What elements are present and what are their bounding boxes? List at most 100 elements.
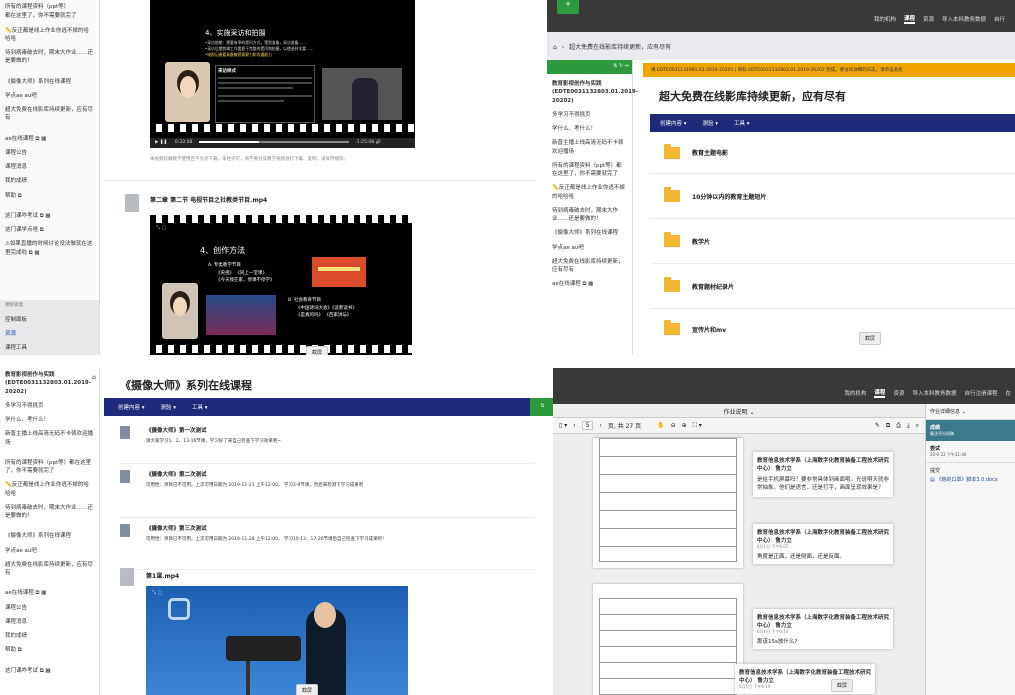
q3-course-title[interactable]: 教育影视创作与实践 (EDTE0031132803.01.2019-20202) [0, 368, 99, 399]
q1-mgmt-item[interactable]: 课程工具 [0, 341, 99, 355]
q3-test-title[interactable]: 《摄像大师》第三次测试 [146, 524, 207, 532]
q3-sidebar-item[interactable]: 新晋主播上线高清无码不卡顿欢迎播场 [0, 427, 99, 450]
q4-nav-link[interactable]: 课程 [874, 388, 886, 398]
q4-screenshot-button[interactable]: 截屏 [831, 679, 854, 692]
q2-alert-bar[interactable]: 课 EDTE0031131991.01.2019-20201 | 目标 EDTE… [643, 63, 1015, 77]
q3-sidebar-item[interactable]: 待到病毒破去时，期末大作业……还是要做的！ [0, 501, 99, 524]
zoom-in-icon[interactable]: ⊕ [682, 422, 687, 429]
q2-folder-label[interactable]: 教学片 [692, 237, 710, 246]
q4-details-title[interactable]: 作业详细信息 ⌄ [926, 404, 1015, 420]
q4-nav-link[interactable]: 导入本科教务数据 [912, 389, 956, 397]
q1-sidebar-item[interactable]: 课程公告 [0, 146, 99, 160]
q2-quiz-menu[interactable]: 测验 ▾ [703, 119, 719, 127]
q4-nav-link[interactable]: 自行注册课程 [964, 389, 997, 397]
q3-sidebar-item[interactable]: 所有的课程资料（ppt等）都在这里了，你不需要就完了 [0, 456, 99, 479]
q4-comment[interactable]: 教育信息技术学系（上海数字化教育装备工程技术研究中心） 鲁力立 6月1日 下午6… [735, 664, 875, 694]
hand-icon[interactable]: ✋ [657, 422, 664, 429]
q4-comment[interactable]: 教育信息技术学系（上海数字化教育装备工程技术研究中心） 鲁力立 6月1日 下午6… [753, 609, 893, 649]
fit-page-icon[interactable]: ⛶ ▾ [693, 422, 702, 430]
q3-sidebar-item[interactable]: ae在线课程 ⧉ ▦ [0, 586, 99, 600]
q1-sidebar-item[interactable]: 《摄像大师》系列在线课程 [0, 75, 99, 89]
q1-sidebar-item[interactable]: 都在这里了，你不需要就完了 [0, 9, 99, 23]
q3-video-title[interactable]: 第1课.mp4 [146, 571, 179, 580]
q3-sidebar-item[interactable]: 这门课咋考试 ⧉ ▦ [0, 664, 99, 678]
q2-sidebar-item[interactable]: 学什么、考什么！ [547, 122, 632, 136]
q2-sidebar-item[interactable]: 《摄像大师》系列在线课程 [547, 226, 632, 240]
q2-nav-link[interactable]: 导入本科教务数据 [942, 15, 986, 23]
chevron-down-icon[interactable]: ⌄ [749, 409, 754, 416]
q2-folder-label[interactable]: 宣传片和mv [692, 325, 726, 334]
q2-folder-row[interactable]: 教育题材纪录片 [650, 264, 1015, 309]
q1-sidebar-item[interactable]: 学点ae au吧 [0, 89, 99, 103]
q2-folder-row[interactable]: 教育主题电影 [650, 132, 1015, 174]
q3-tools-menu[interactable]: 工具 ▾ [192, 403, 208, 411]
q2-create-content-menu[interactable]: 创建内容 ▾ [660, 119, 687, 127]
q1-sidebar-item[interactable]: 超大免费在线影库持续更新，应有尽有 [0, 103, 99, 126]
q1-sidebar-item[interactable]: 📏反正都是线上作业你逃不掉的哈哈哈 [0, 24, 99, 47]
volume-icon[interactable]: 🔊 [376, 140, 382, 145]
q1-mgmt-item[interactable]: 控制面板 [0, 313, 99, 327]
q2-sidebar-item[interactable]: 新晋主播上线高清无码不卡顿欢迎播场 [547, 136, 632, 159]
q3-sidebar-item[interactable]: 帮助 ⧉ [0, 643, 99, 657]
q2-sidebar-item[interactable]: 所有的课程资料（ppt等）都在这里了，你不需要就完了 [547, 159, 632, 182]
q4-nav-link[interactable]: 资源 [893, 389, 904, 397]
q1-video1-controls[interactable]: ▶ ❚❚ 0:33:58 -1:25:08 🔊 [150, 138, 415, 148]
q1-sidebar-item[interactable]: 我的成绩 [0, 174, 99, 188]
q4-grade-panel[interactable]: 成绩 备注评分初稿 [926, 420, 1015, 441]
q2-course-title[interactable]: 教育影视创作与实践 (EDTE0031132803.01.2019-20202) [547, 74, 638, 108]
q2-folder-label[interactable]: 教育主题电影 [692, 148, 728, 157]
q1-video1-progress[interactable] [198, 140, 349, 143]
q4-nav-link[interactable]: 我的机构 [844, 389, 866, 397]
q2-sidebar-item[interactable]: 超大免费在线影库持续更新，应有尽有 [547, 255, 632, 278]
q1-sidebar-item[interactable]: 这门课咋考试 ⧉ ▦ [0, 209, 99, 223]
q2-sidebar-item[interactable]: 待到病毒破去时，期末大作业……还是要做的！ [547, 204, 632, 227]
q2-folder-row[interactable]: 10分钟以内的教育主题短片 [650, 174, 1015, 219]
q3-sidebar-item[interactable]: 学什么、考什么！ [0, 413, 99, 427]
q3-test-title[interactable]: 《摄像大师》第二次测试 [146, 470, 207, 478]
q1-sidebar-item[interactable]: ae在线课程 ⧉ ▦ [0, 132, 99, 146]
q4-page-input[interactable]: 5 [581, 421, 594, 430]
q4-comment[interactable]: 教育信息技术学系（上海数字化教育装备工程技术研究中心） 鲁力立 是给手机屏幕吗？… [753, 452, 893, 497]
q3-video-player[interactable]: ⤡ ▢ [146, 586, 408, 695]
zoom-out-icon[interactable]: ⊖ [671, 422, 676, 429]
q3-sidebar-item[interactable]: 超大免费在线影库持续更新，应有尽有 [0, 558, 99, 581]
copy-icon[interactable]: ⧉ [886, 422, 890, 430]
expand-icon[interactable]: ⤡ ▢ [156, 225, 166, 231]
q2-screenshot-button[interactable]: 截屏 [859, 332, 882, 345]
download-icon[interactable]: ⤓ [907, 422, 910, 430]
q3-reorder-button[interactable]: ⇅ [530, 398, 555, 416]
q3-test-title[interactable]: 《摄像大师》第一次测试 [146, 426, 207, 434]
expand-icon[interactable]: ⤡ ▢ [152, 590, 162, 596]
q1-sidebar-item[interactable]: 这门课学点啥 ⧉ [0, 223, 99, 237]
play-icon[interactable]: ▶ ❚❚ [155, 140, 167, 145]
q3-sidebar-item[interactable]: 课程公告 [0, 601, 99, 615]
q3-sidebar-item[interactable]: 课程消息 [0, 615, 99, 629]
q2-sidebar-item[interactable]: ae在线课程 ⧉ ▦ [547, 277, 632, 291]
q2-folder-label[interactable]: 10分钟以内的教育主题短片 [692, 192, 766, 201]
q2-nav-link[interactable]: 资源 [923, 15, 934, 23]
print-icon[interactable]: ⎙ [896, 422, 901, 430]
edit-icon[interactable]: ✎ [875, 422, 880, 429]
q3-test-item[interactable]: 《摄像大师》第三次测试 可用性：项目已不可用。上次可用日期为 2019-11-2… [120, 518, 535, 570]
q2-nav-link[interactable]: 课程 [903, 14, 915, 24]
q1-sidebar-item[interactable]: ⚠如果直播的时候讨论没法做就在这里完成啦 ⧉ ▦ [0, 237, 99, 260]
q3-sidebar-item[interactable]: 📏反正都是线上作业你逃不掉的哈哈哈 [0, 478, 99, 501]
search-icon[interactable]: ⌕ [916, 422, 919, 430]
q1-video-player-2[interactable]: ⤡ ▢ 4、创作方法 A. 专类教学节目 《央视》 《同上一堂课》 《今天我在家… [150, 215, 412, 355]
q4-nav-link[interactable]: 在 [1005, 389, 1011, 397]
q3-sidebar-item[interactable]: 多学习不得挑页 [0, 399, 99, 413]
q2-tools-menu[interactable]: 工具 ▾ [734, 119, 750, 127]
q1-sidebar-item[interactable]: 帮助 ⧉ [0, 189, 99, 203]
q2-folder-label[interactable]: 教育题材纪录片 [692, 282, 734, 291]
q2-sidebar-item[interactable]: 多学习不得挑页 [547, 108, 632, 122]
q4-attempt[interactable]: 尝试 20-6-22 下午11:46 [926, 441, 1015, 463]
q2-logo-tab[interactable]: + [557, 0, 579, 14]
q2-nav-link[interactable]: 自行 [994, 15, 1005, 23]
q2-breadcrumb[interactable]: 超大免费在线影库持续更新，应有尽有 [569, 44, 671, 51]
q1-mgmt-item[interactable]: 资源 [0, 327, 99, 341]
home-icon[interactable]: ⌂ [553, 44, 557, 51]
q3-sidebar-item[interactable]: 《摄像大师》系列在线课程 [0, 529, 99, 543]
q2-folder-row[interactable]: 教学片 [650, 219, 1015, 264]
q1-screenshot-button[interactable]: 截屏 [306, 346, 329, 355]
q3-create-content-menu[interactable]: 创建内容 ▾ [118, 403, 145, 411]
